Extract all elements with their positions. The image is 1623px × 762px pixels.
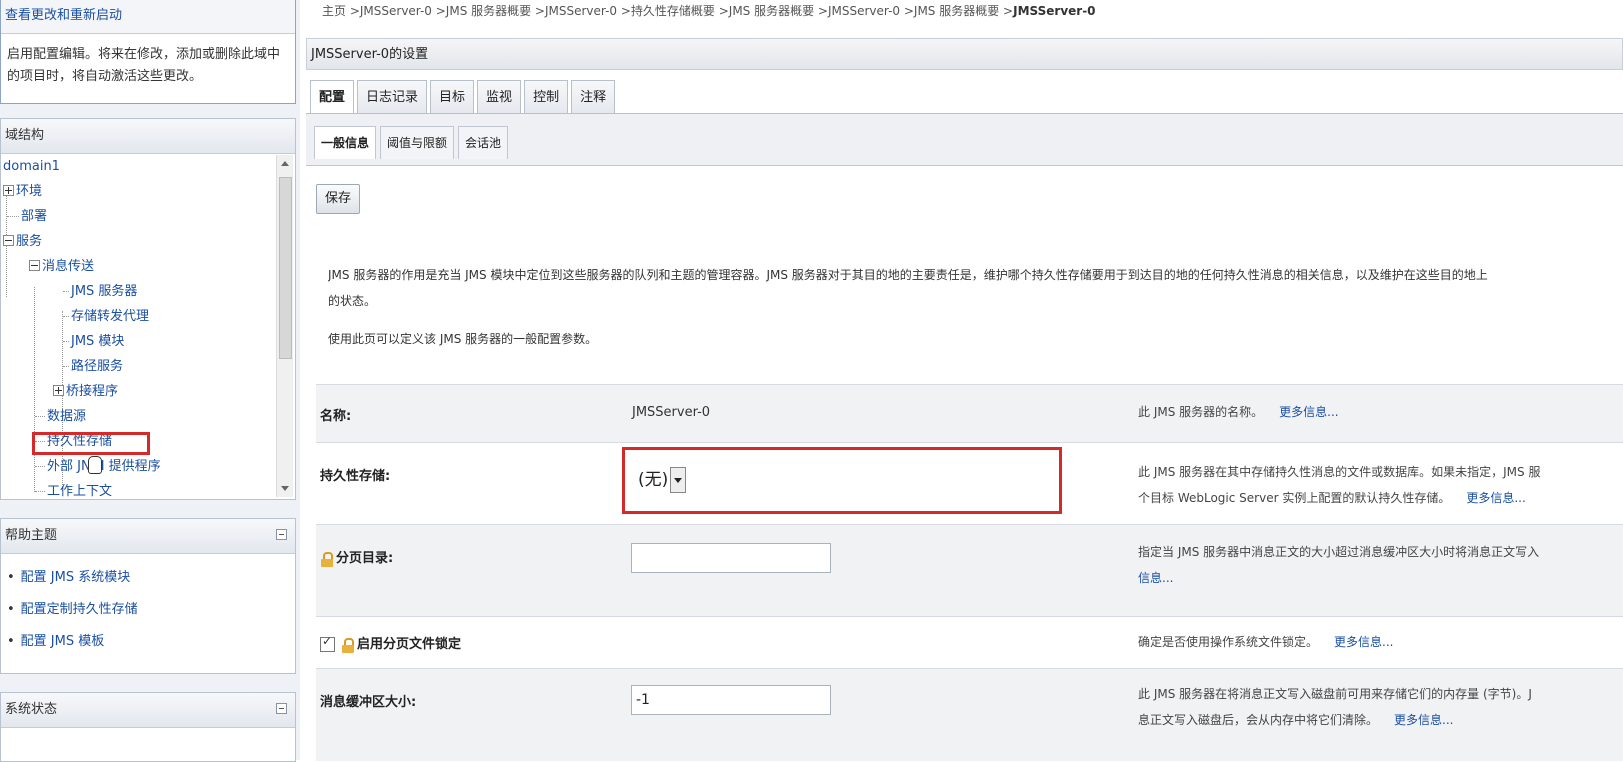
buffer-size-label: 消息缓冲区大小: (320, 695, 417, 710)
tree-item-saf-agents[interactable]: 存储转发代理 (63, 306, 149, 328)
subtab-divider (306, 165, 1623, 166)
breadcrumb: 主页 >JMSServer-0 >JMS 服务器概要 >JMSServer-0 … (322, 2, 1096, 19)
highlight-box-persistent-store (622, 447, 1062, 514)
hand-cursor-icon (88, 456, 102, 474)
tab-monitoring[interactable]: 监视 (477, 80, 522, 113)
subtab-general[interactable]: 一般信息 (314, 126, 377, 159)
collapse-icon[interactable] (29, 260, 40, 271)
tree-item-work-contexts[interactable]: 工作上下文 (35, 481, 112, 499)
breadcrumb-current: JMSServer-0 (1013, 4, 1096, 18)
collapse-icon[interactable] (276, 703, 287, 714)
tree-item-services[interactable]: 服务 (3, 231, 42, 253)
name-row: 名称: JMSServer-0 此 JMS 服务器的名称。 更多信息... (316, 384, 1623, 443)
help-link-jms-system-module[interactable]: 配置 JMS 系统模块 (7, 562, 295, 594)
change-center-line2: 的项目时，将自动激活这些更改。 (7, 69, 203, 84)
name-label: 名称: (320, 409, 352, 424)
tab-configuration[interactable]: 配置 (310, 80, 355, 113)
left-column: 查看更改和重新启动 启用配置编辑。将来在修改，添加或删除此域中 的项目时，将自动… (0, 0, 300, 762)
tree-item-messaging[interactable]: 消息传送 (29, 256, 94, 278)
tree-item-domain1[interactable]: domain1 (3, 156, 60, 178)
name-value: JMSServer-0 (632, 405, 711, 420)
change-center-panel: 查看更改和重新启动 启用配置编辑。将来在修改，添加或删除此域中 的项目时，将自动… (0, 0, 296, 104)
subtab-bar: 一般信息 阈值与限额 会话池 (306, 114, 1623, 166)
help-topics-title: 帮助主题 (1, 519, 295, 554)
main-content: 主页 >JMSServer-0 >JMS 服务器概要 >JMSServer-0 … (306, 0, 1623, 761)
help-links: 配置 JMS 系统模块 配置定制持久性存储 配置 JMS 模板 (1, 562, 295, 658)
lock-more-info-link[interactable]: 更多信息... (1334, 635, 1393, 649)
persistent-store-help: 此 JMS 服务器在其中存储持久性消息的文件或数据库。如果未指定，JMS 服 个… (1138, 465, 1541, 505)
paging-lock-checkbox[interactable] (320, 634, 335, 652)
paging-directory-label: 分页目录: (320, 547, 393, 567)
save-button[interactable]: 保存 (316, 184, 360, 214)
tab-logging[interactable]: 日志记录 (357, 80, 428, 113)
subtab-thresholds-quotas[interactable]: 阈值与限额 (380, 126, 455, 159)
paging-directory-help: 指定当 JMS 服务器中消息正文的大小超过消息缓冲区大小时将消息正文写入 信息.… (1138, 545, 1540, 585)
persistent-store-label: 持久性存储: (320, 469, 391, 484)
paging-lock-label: 启用分页文件锁定 (320, 633, 461, 653)
collapse-icon[interactable] (3, 235, 14, 246)
lock-icon (341, 637, 355, 653)
scroll-down-icon[interactable] (281, 486, 289, 491)
description-line2: 的状态。 (328, 294, 377, 308)
buffer-size-help: 此 JMS 服务器在将消息正文写入磁盘前可用来存储它们的内存量 (字节)。J 息… (1138, 687, 1532, 727)
page-title: JMSServer-0的设置 (306, 38, 1623, 70)
tree-item-jms-servers[interactable]: JMS 服务器 (63, 281, 137, 303)
paging-lock-row: 启用分页文件锁定 确定是否使用操作系统文件锁定。更多信息... (316, 616, 1623, 669)
page-description: JMS 服务器的作用是充当 JMS 模块中定位到这些服务器的队列和主题的管理容器… (328, 262, 1623, 314)
highlight-box-persistent-stores (32, 432, 150, 455)
paging-more-info-link[interactable]: 信息... (1138, 571, 1173, 585)
paging-directory-input[interactable] (631, 543, 831, 573)
expand-icon[interactable] (53, 385, 64, 396)
tab-control[interactable]: 控制 (524, 80, 569, 113)
tree-item-data-sources[interactable]: 数据源 (35, 406, 86, 428)
paging-lock-help: 确定是否使用操作系统文件锁定。 更多信息... (1138, 635, 1394, 649)
domain-structure-title: 域结构 (1, 119, 295, 154)
system-status-title: 系统状态 (1, 693, 295, 728)
subtab-session-pools[interactable]: 会话池 (458, 126, 509, 159)
view-changes-restart-link[interactable]: 查看更改和重新启动 (1, 0, 295, 34)
tab-targets[interactable]: 目标 (430, 80, 475, 113)
main-tabs: 配置 日志记录 目标 监视 控制 注释 (310, 80, 618, 114)
tree-item-jms-modules[interactable]: JMS 模块 (63, 331, 124, 353)
scroll-thumb[interactable] (279, 177, 292, 359)
buffer-more-info-link[interactable]: 更多信息... (1394, 713, 1453, 727)
scroll-up-icon[interactable] (281, 161, 289, 166)
expand-icon[interactable] (3, 185, 14, 196)
help-topics-panel: 帮助主题 配置 JMS 系统模块 配置定制持久性存储 配置 JMS 模板 (0, 518, 296, 674)
store-more-info-link[interactable]: 更多信息... (1466, 491, 1525, 505)
buffer-size-row: 消息缓冲区大小: -1 此 JMS 服务器在将消息正文写入磁盘前可用来存储它们的… (316, 668, 1623, 761)
help-link-jms-template[interactable]: 配置 JMS 模板 (7, 626, 295, 658)
tree-item-deployments[interactable]: 部署 (7, 206, 47, 228)
lock-icon (320, 551, 334, 567)
tab-notes[interactable]: 注释 (571, 80, 616, 113)
tree-item-environment[interactable]: 环境 (3, 181, 42, 203)
tree-item-path-services[interactable]: 路径服务 (63, 356, 123, 378)
page-description-2: 使用此页可以定义该 JMS 服务器的一般配置参数。 (328, 332, 598, 346)
paging-directory-row: 分页目录: 指定当 JMS 服务器中消息正文的大小超过消息缓冲区大小时将消息正文… (316, 524, 1623, 617)
change-center-text: 启用配置编辑。将来在修改，添加或删除此域中 的项目时，将自动激活这些更改。 (1, 34, 295, 88)
tree-scrollbar[interactable] (276, 155, 293, 497)
breadcrumb-path[interactable]: 主页 >JMSServer-0 >JMS 服务器概要 >JMSServer-0 … (322, 4, 1013, 18)
description-line1: JMS 服务器的作用是充当 JMS 模块中定位到这些服务器的队列和主题的管理容器… (328, 268, 1488, 282)
help-link-custom-store[interactable]: 配置定制持久性存储 (7, 594, 295, 626)
change-center-line1: 启用配置编辑。将来在修改，添加或删除此域中 (7, 47, 281, 62)
system-status-panel: 系统状态 (0, 692, 296, 762)
name-more-info-link[interactable]: 更多信息... (1279, 405, 1338, 419)
collapse-icon[interactable] (276, 529, 287, 540)
name-help: 此 JMS 服务器的名称。 更多信息... (1138, 405, 1339, 419)
buffer-size-input[interactable]: -1 (631, 685, 831, 715)
tree-item-bridges[interactable]: 桥接程序 (53, 381, 118, 403)
